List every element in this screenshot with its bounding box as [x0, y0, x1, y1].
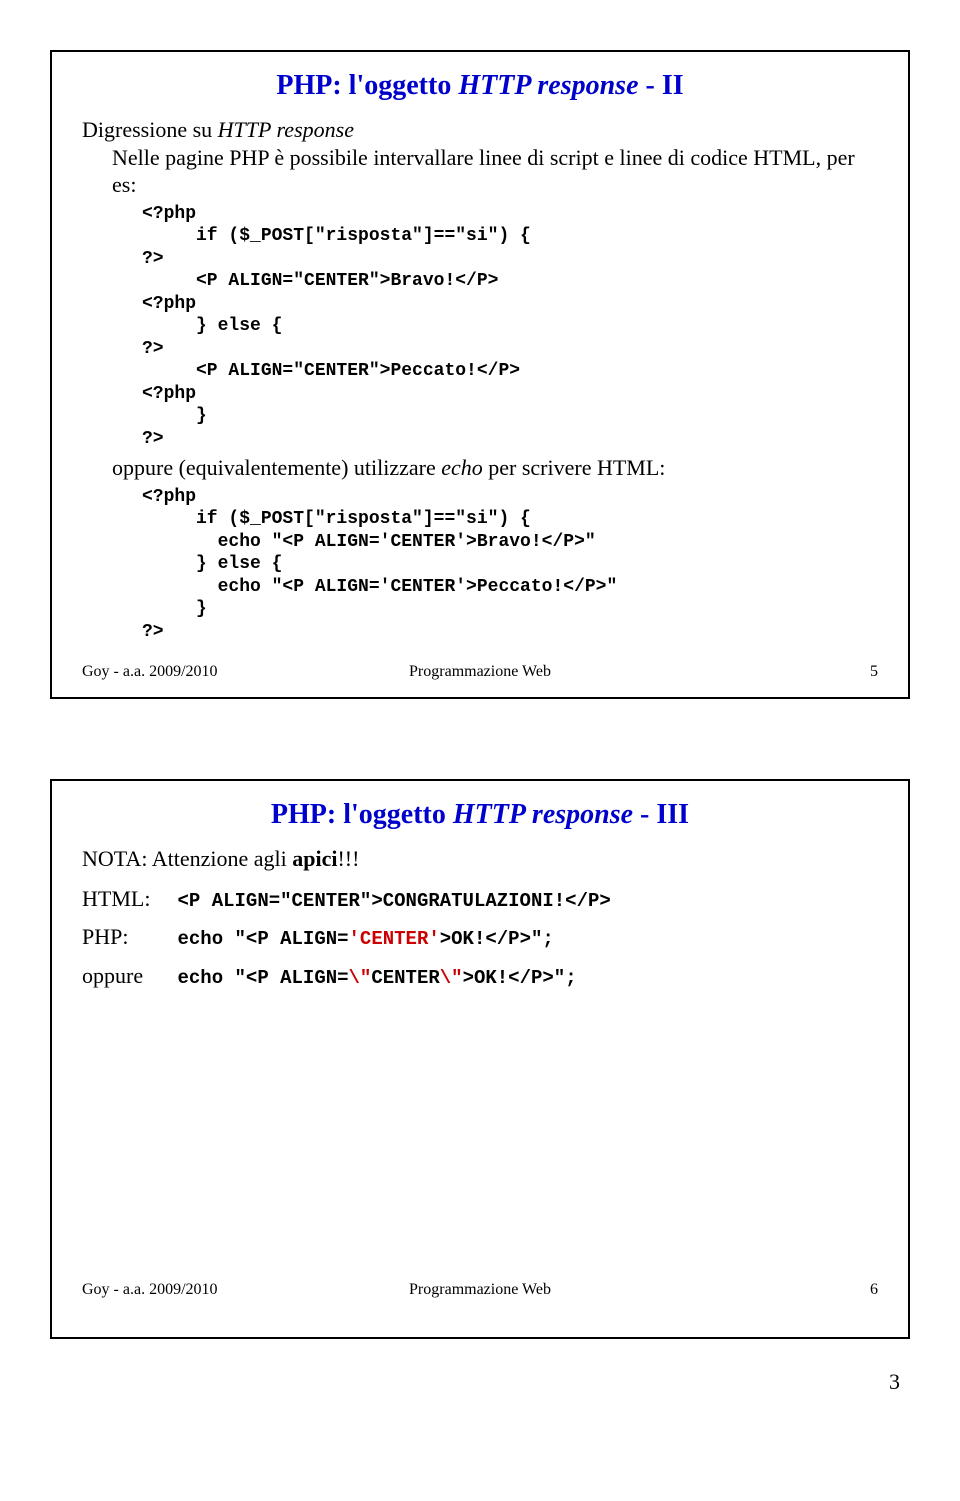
footer2-center: Programmazione Web — [82, 1281, 878, 1299]
title2-text-suffix: - III — [633, 799, 689, 830]
desc-line-2: oppure (equivalentemente) utilizzare ech… — [112, 454, 878, 482]
nota-line: NOTA: Attenzione agli apici!!! — [82, 845, 878, 873]
code-block-2: <?php if ($_POST["risposta"]=="si") { ec… — [142, 486, 878, 644]
c: CENTER — [371, 967, 439, 989]
c-red: \" — [440, 967, 463, 989]
nota-pre: NOTA: Attenzione agli — [82, 846, 292, 871]
echo-ital: echo — [441, 455, 483, 480]
slide-2-body: NOTA: Attenzione agli apici!!! HTML: <P … — [82, 845, 878, 991]
php-row: PHP: echo "<P ALIGN='CENTER'>OK!</P>"; — [82, 923, 878, 952]
html-row: HTML: <P ALIGN="CENTER">CONGRATULAZIONI!… — [82, 885, 878, 914]
title2-text-ital: HTTP response — [453, 799, 633, 830]
title-text-ital: HTTP response — [458, 70, 638, 101]
slide-2-title: PHP: l'oggetto HTTP response - III — [82, 799, 878, 831]
oppure-label: oppure — [82, 962, 172, 990]
c: echo "<P ALIGN= — [178, 928, 349, 950]
slide-1-title: PHP: l'oggetto HTTP response - II — [82, 70, 878, 102]
title2-text-pre: PHP: l'oggetto — [271, 799, 453, 830]
footer2-right: 6 — [870, 1281, 878, 1299]
php-code: echo "<P ALIGN='CENTER'>OK!</P>"; — [178, 928, 554, 950]
nota-bold: apici — [292, 846, 337, 871]
page-number: 3 — [0, 1369, 900, 1395]
title-text-pre: PHP: l'oggetto — [276, 70, 458, 101]
oppure-code: echo "<P ALIGN=\"CENTER\">OK!</P>"; — [178, 967, 577, 989]
c: >OK!</P>"; — [440, 928, 554, 950]
c: echo "<P ALIGN= — [178, 967, 349, 989]
intro-line: Digressione su HTTP response — [82, 116, 878, 144]
slide-2-footer: Goy - a.a. 2009/2010 Programmazione Web … — [82, 1281, 878, 1301]
nota-end: !!! — [337, 846, 359, 871]
code-block-1: <?php if ($_POST["risposta"]=="si") { ?>… — [142, 203, 878, 451]
intro-text: Digressione su — [82, 117, 218, 142]
slide-1: PHP: l'oggetto HTTP response - II Digres… — [50, 50, 910, 699]
slide-1-footer: Goy - a.a. 2009/2010 Programmazione Web … — [82, 663, 878, 683]
html-label: HTML: — [82, 885, 172, 913]
spacer — [82, 1001, 878, 1261]
slide-1-body: Digressione su HTTP response Nelle pagin… — [82, 116, 878, 643]
desc-line: Nelle pagine PHP è possibile intervallar… — [112, 144, 878, 199]
c: >OK!</P>"; — [463, 967, 577, 989]
t: oppure (equivalentemente) utilizzare — [112, 455, 441, 480]
oppure-row: oppure echo "<P ALIGN=\"CENTER\">OK!</P>… — [82, 962, 878, 991]
c-red: \" — [349, 967, 372, 989]
html-code: <P ALIGN="CENTER">CONGRATULAZIONI!</P> — [178, 890, 611, 912]
c-red: 'CENTER' — [349, 928, 440, 950]
t2: per scrivere HTML: — [483, 455, 666, 480]
footer-right: 5 — [870, 663, 878, 681]
php-label: PHP: — [82, 923, 172, 951]
document-page: PHP: l'oggetto HTTP response - II Digres… — [0, 50, 960, 1395]
footer-center: Programmazione Web — [82, 663, 878, 681]
slide-2: PHP: l'oggetto HTTP response - III NOTA:… — [50, 779, 910, 1339]
intro-ital: HTTP response — [218, 117, 354, 142]
title-text-suffix: - II — [639, 70, 684, 101]
